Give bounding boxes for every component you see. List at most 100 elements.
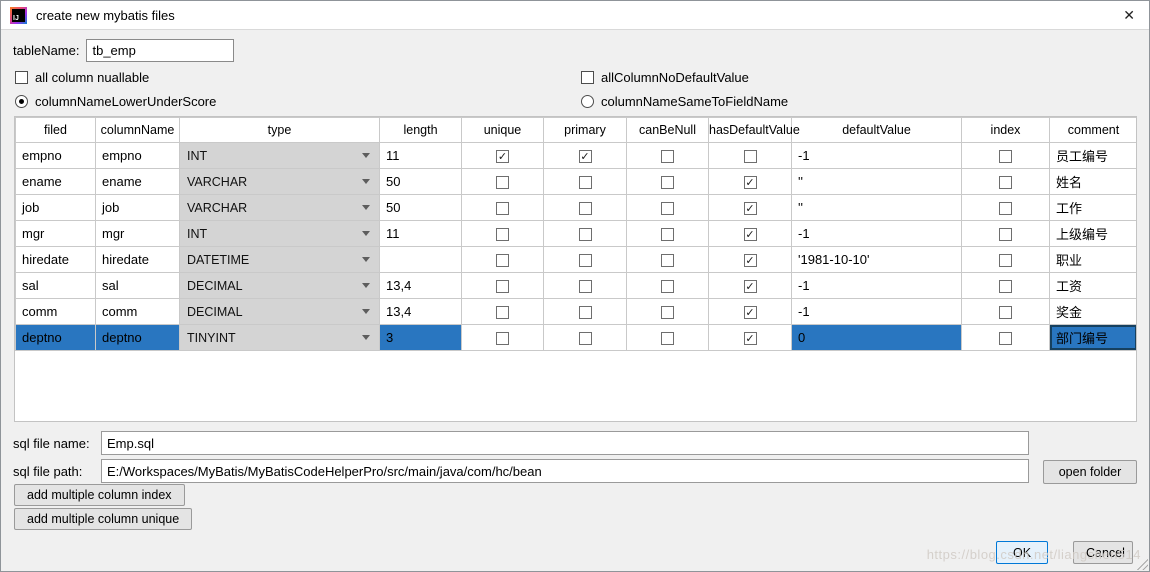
column-name-same-to-field-option[interactable]: columnNameSameToFieldName [581,94,788,109]
filed-cell[interactable]: hiredate [15,246,96,273]
type-dropdown[interactable]: INT [180,143,379,168]
column-name-cell[interactable]: hiredate [95,246,180,273]
all-column-no-default-option[interactable]: allColumnNoDefaultValue [581,70,749,85]
add-multiple-column-index-button[interactable]: add multiple column index [14,484,185,506]
index-checkbox[interactable] [999,202,1012,216]
all-column-nullable-option[interactable]: all column nuallable [15,70,149,85]
canBeNull-checkbox[interactable] [661,280,674,294]
type-cell[interactable]: VARCHAR [179,168,380,195]
type-cell[interactable]: VARCHAR [179,194,380,221]
radio-icon[interactable] [581,95,594,108]
primary-checkbox[interactable] [578,280,592,294]
column-name-cell[interactable]: job [95,194,180,221]
filed-cell[interactable]: empno [15,142,96,169]
default-value-cell[interactable]: '' [791,168,962,195]
unique-checkbox[interactable] [496,306,509,320]
column-name-lower-underscore-option[interactable]: columnNameLowerUnderScore [15,94,216,109]
type-dropdown[interactable]: INT [180,221,379,246]
comment-cell[interactable]: 工作 [1049,194,1136,221]
cancel-button[interactable]: Cancel [1073,541,1133,564]
hasDefaultValue-checkbox[interactable]: ✓ [743,306,757,320]
default-value-cell[interactable]: '' [791,194,962,221]
length-cell[interactable]: 50 [379,194,462,221]
unique-checkbox[interactable] [496,254,509,268]
length-cell[interactable]: 11 [379,142,462,169]
length-cell[interactable]: 3 [379,324,462,351]
column-name-cell[interactable]: sal [95,272,180,299]
default-value-cell[interactable]: -1 [791,142,962,169]
default-value-cell[interactable]: -1 [791,220,962,247]
table-row[interactable]: comm comm DECIMAL 13,4 ✓ -1 奖金 [15,298,1136,325]
unique-checkbox[interactable] [496,228,509,242]
primary-checkbox[interactable] [578,332,592,346]
length-cell[interactable]: 13,4 [379,272,462,299]
column-name-cell[interactable]: ename [95,168,180,195]
type-cell[interactable]: INT [179,142,380,169]
table-row[interactable]: mgr mgr INT 11 ✓ -1 上级编号 [15,220,1136,247]
table-row[interactable]: job job VARCHAR 50 ✓ '' 工作 [15,194,1136,221]
canBeNull-checkbox[interactable] [661,228,674,242]
default-value-cell[interactable]: '1981-10-10' [791,246,962,273]
type-dropdown[interactable]: DECIMAL [180,273,379,298]
close-icon[interactable]: ✕ [1123,7,1135,23]
checkbox-icon[interactable] [581,71,594,84]
unique-checkbox[interactable] [496,202,509,216]
type-cell[interactable]: DECIMAL [179,298,380,325]
hasDefaultValue-checkbox[interactable]: ✓ [743,176,757,190]
canBeNull-checkbox[interactable] [661,332,674,346]
index-checkbox[interactable] [999,280,1012,294]
canBeNull-checkbox[interactable] [661,306,674,320]
type-cell[interactable]: TINYINT [179,324,380,351]
default-value-cell[interactable]: 0 [791,324,962,351]
comment-cell[interactable]: 上级编号 [1049,220,1136,247]
filed-cell[interactable]: job [15,194,96,221]
column-name-cell[interactable]: deptno [95,324,180,351]
type-dropdown[interactable]: DATETIME [180,247,379,272]
radio-selected-icon[interactable] [15,95,28,108]
index-checkbox[interactable] [999,306,1012,320]
column-name-cell[interactable]: empno [95,142,180,169]
type-cell[interactable]: DECIMAL [179,272,380,299]
canBeNull-checkbox[interactable] [661,150,674,164]
type-dropdown[interactable]: TINYINT [180,325,379,350]
type-dropdown[interactable]: VARCHAR [180,169,379,194]
hasDefaultValue-checkbox[interactable] [743,150,757,164]
comment-cell[interactable]: 姓名 [1049,168,1136,195]
index-checkbox[interactable] [999,150,1012,164]
filed-cell[interactable]: deptno [15,324,96,351]
hasDefaultValue-checkbox[interactable]: ✓ [743,202,757,216]
comment-cell[interactable]: 工资 [1049,272,1136,299]
primary-checkbox[interactable] [578,228,592,242]
canBeNull-checkbox[interactable] [661,202,674,216]
index-checkbox[interactable] [999,254,1012,268]
primary-checkbox[interactable] [578,176,592,190]
ok-button[interactable]: OK [996,541,1048,564]
comment-cell[interactable]: 部门编号 [1049,324,1136,351]
hasDefaultValue-checkbox[interactable]: ✓ [743,254,757,268]
comment-cell[interactable]: 职业 [1049,246,1136,273]
unique-checkbox[interactable] [496,332,509,346]
index-checkbox[interactable] [999,332,1012,346]
sql-file-name-input[interactable] [101,431,1029,455]
default-value-cell[interactable]: -1 [791,298,962,325]
filed-cell[interactable]: ename [15,168,96,195]
unique-checkbox[interactable] [496,176,509,190]
column-name-cell[interactable]: mgr [95,220,180,247]
table-row[interactable]: ename ename VARCHAR 50 ✓ '' 姓名 [15,168,1136,195]
add-multiple-column-unique-button[interactable]: add multiple column unique [14,508,193,530]
hasDefaultValue-checkbox[interactable]: ✓ [743,280,757,294]
type-dropdown[interactable]: VARCHAR [180,195,379,220]
table-row[interactable]: empno empno INT 11 ✓ ✓ -1 员工编号 [15,142,1136,169]
unique-checkbox[interactable]: ✓ [496,150,509,164]
filed-cell[interactable]: mgr [15,220,96,247]
sql-file-path-input[interactable] [101,459,1029,483]
unique-checkbox[interactable] [496,280,509,294]
primary-checkbox[interactable]: ✓ [578,150,592,164]
comment-cell[interactable]: 员工编号 [1049,142,1136,169]
column-name-cell[interactable]: comm [95,298,180,325]
type-cell[interactable]: DATETIME [179,246,380,273]
length-cell[interactable] [379,246,462,273]
primary-checkbox[interactable] [578,254,592,268]
index-checkbox[interactable] [999,176,1012,190]
hasDefaultValue-checkbox[interactable]: ✓ [743,228,757,242]
